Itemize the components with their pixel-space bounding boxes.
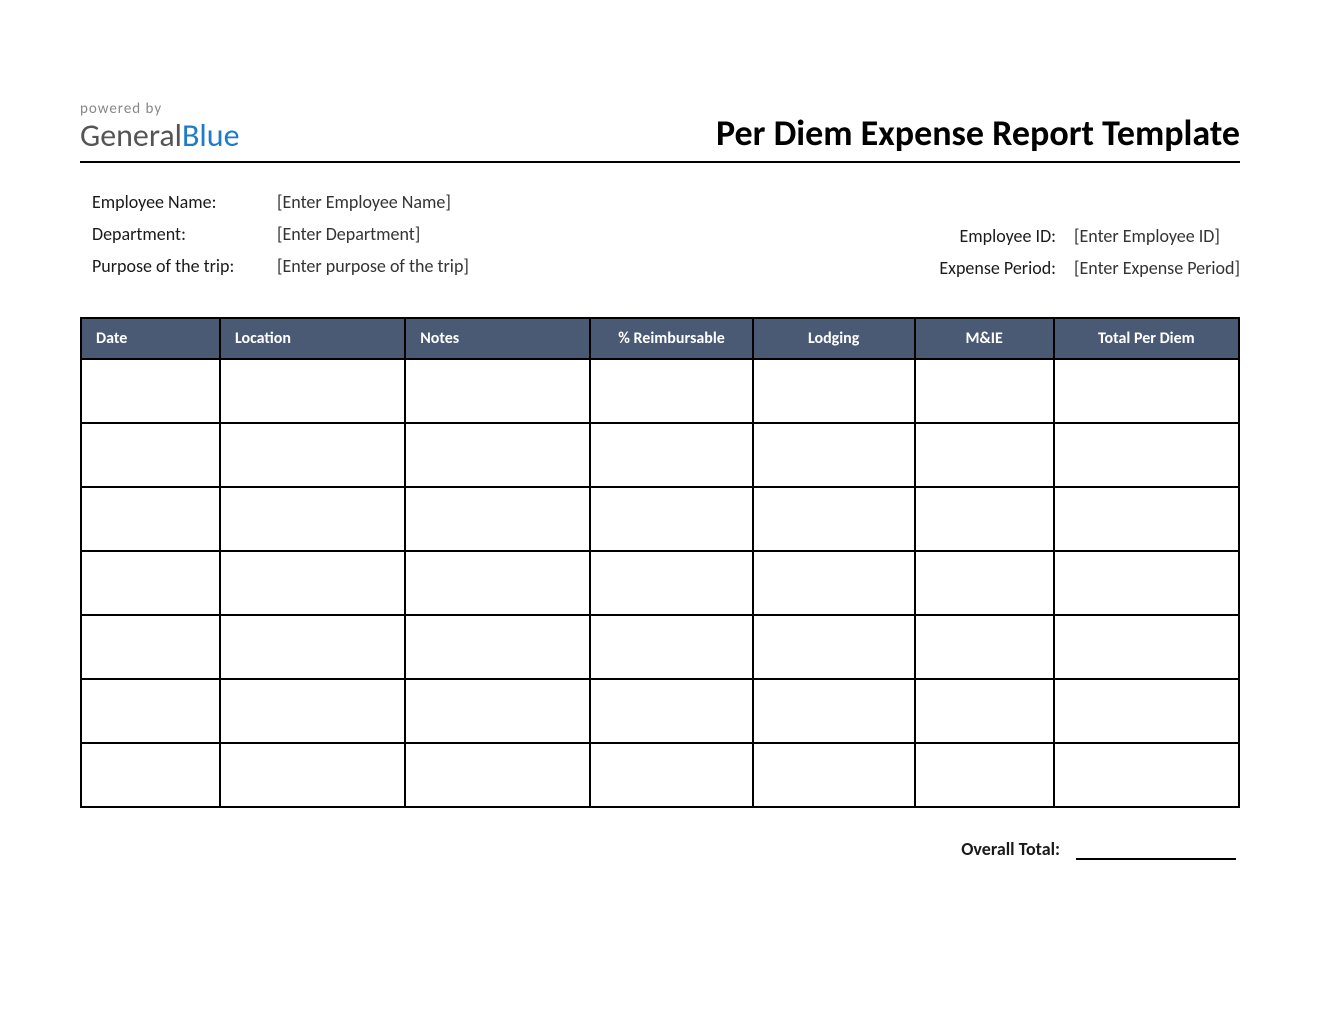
cell-date[interactable] [81, 487, 220, 551]
table-row [81, 359, 1239, 423]
expense-table: Date Location Notes % Reimbursable Lodgi… [80, 317, 1240, 808]
cell-total[interactable] [1054, 423, 1239, 487]
cell-notes[interactable] [405, 423, 590, 487]
cell-location[interactable] [220, 551, 405, 615]
info-right: Employee ID: [Enter Employee ID] Expense… [924, 191, 1240, 279]
page-title: Per Diem Expense Report Template [716, 111, 1240, 155]
cell-date[interactable] [81, 359, 220, 423]
cell-lodging[interactable] [753, 743, 915, 807]
department-row: Department: [Enter Department] [92, 223, 469, 245]
cell-date[interactable] [81, 743, 220, 807]
cell-total[interactable] [1054, 551, 1239, 615]
cell-total[interactable] [1054, 615, 1239, 679]
col-header-location: Location [220, 318, 405, 359]
cell-date[interactable] [81, 423, 220, 487]
cell-reimbursable[interactable] [590, 359, 752, 423]
cell-location[interactable] [220, 679, 405, 743]
cell-total[interactable] [1054, 487, 1239, 551]
col-header-total: Total Per Diem [1054, 318, 1239, 359]
table-body [81, 359, 1239, 807]
cell-notes[interactable] [405, 551, 590, 615]
col-header-reimbursable: % Reimbursable [590, 318, 752, 359]
col-header-mie: M&IE [915, 318, 1054, 359]
cell-location[interactable] [220, 615, 405, 679]
cell-mie[interactable] [915, 551, 1054, 615]
employee-id-row: Employee ID: [Enter Employee ID] [924, 225, 1240, 247]
cell-total[interactable] [1054, 743, 1239, 807]
employee-name-field[interactable]: [Enter Employee Name] [277, 191, 451, 213]
purpose-field[interactable]: [Enter purpose of the trip] [277, 255, 469, 277]
cell-notes[interactable] [405, 359, 590, 423]
table-row [81, 679, 1239, 743]
overall-total-field[interactable] [1076, 838, 1236, 860]
cell-mie[interactable] [915, 487, 1054, 551]
cell-date[interactable] [81, 679, 220, 743]
col-header-notes: Notes [405, 318, 590, 359]
expense-period-row: Expense Period: [Enter Expense Period] [924, 257, 1240, 279]
employee-id-field[interactable]: [Enter Employee ID] [1074, 225, 1220, 247]
cell-mie[interactable] [915, 679, 1054, 743]
expense-period-field[interactable]: [Enter Expense Period] [1074, 257, 1240, 279]
cell-lodging[interactable] [753, 359, 915, 423]
cell-lodging[interactable] [753, 551, 915, 615]
info-section: Employee Name: [Enter Employee Name] Dep… [80, 191, 1240, 279]
brand-logo: powered by GeneralBlue [80, 100, 240, 155]
logo-part2: Blue [182, 116, 239, 155]
cell-reimbursable[interactable] [590, 679, 752, 743]
table-row [81, 423, 1239, 487]
header: powered by GeneralBlue Per Diem Expense … [80, 100, 1240, 163]
department-field[interactable]: [Enter Department] [277, 223, 420, 245]
cell-mie[interactable] [915, 359, 1054, 423]
purpose-row: Purpose of the trip: [Enter purpose of t… [92, 255, 469, 277]
cell-reimbursable[interactable] [590, 615, 752, 679]
col-header-date: Date [81, 318, 220, 359]
cell-reimbursable[interactable] [590, 743, 752, 807]
cell-notes[interactable] [405, 487, 590, 551]
cell-location[interactable] [220, 359, 405, 423]
cell-total[interactable] [1054, 359, 1239, 423]
table-header-row: Date Location Notes % Reimbursable Lodgi… [81, 318, 1239, 359]
cell-location[interactable] [220, 487, 405, 551]
info-left: Employee Name: [Enter Employee Name] Dep… [92, 191, 469, 279]
cell-lodging[interactable] [753, 423, 915, 487]
table-row [81, 743, 1239, 807]
employee-id-label: Employee ID: [924, 225, 1074, 247]
cell-mie[interactable] [915, 615, 1054, 679]
table-row [81, 487, 1239, 551]
overall-total-label: Overall Total: [961, 838, 1060, 860]
cell-date[interactable] [81, 551, 220, 615]
cell-mie[interactable] [915, 423, 1054, 487]
cell-lodging[interactable] [753, 615, 915, 679]
table-row [81, 551, 1239, 615]
col-header-lodging: Lodging [753, 318, 915, 359]
table-row [81, 615, 1239, 679]
cell-total[interactable] [1054, 679, 1239, 743]
cell-location[interactable] [220, 743, 405, 807]
expense-period-label: Expense Period: [924, 257, 1074, 279]
purpose-label: Purpose of the trip: [92, 255, 277, 277]
footer: Overall Total: [80, 838, 1240, 860]
cell-date[interactable] [81, 615, 220, 679]
cell-notes[interactable] [405, 743, 590, 807]
cell-notes[interactable] [405, 615, 590, 679]
cell-location[interactable] [220, 423, 405, 487]
employee-name-row: Employee Name: [Enter Employee Name] [92, 191, 469, 213]
employee-name-label: Employee Name: [92, 191, 277, 213]
cell-lodging[interactable] [753, 679, 915, 743]
cell-lodging[interactable] [753, 487, 915, 551]
cell-notes[interactable] [405, 679, 590, 743]
cell-reimbursable[interactable] [590, 423, 752, 487]
logo-text: GeneralBlue [80, 116, 240, 155]
logo-part1: General [80, 116, 182, 155]
cell-reimbursable[interactable] [590, 487, 752, 551]
cell-reimbursable[interactable] [590, 551, 752, 615]
department-label: Department: [92, 223, 277, 245]
cell-mie[interactable] [915, 743, 1054, 807]
